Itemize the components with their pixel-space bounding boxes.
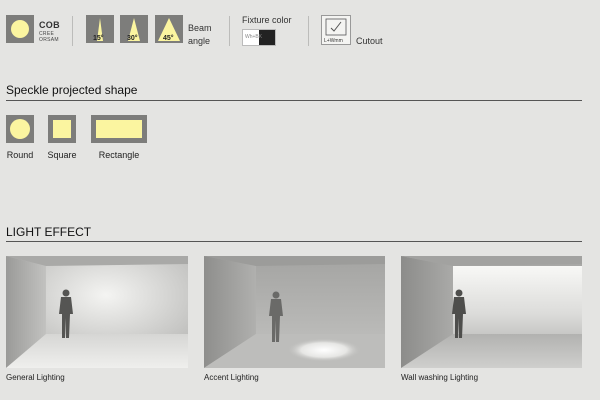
wall-washing-lighting-caption: Wall washing Lighting — [401, 373, 479, 382]
cob-brands: CREE ORSAM — [39, 31, 59, 43]
beam-angle-text: Beam angle — [188, 22, 228, 48]
beam-label-line1: Beam — [188, 23, 212, 33]
beam-45-label: 45° — [163, 35, 174, 42]
beam-30-icon: 30° — [120, 15, 148, 43]
cob-light-dot — [11, 20, 29, 38]
speckle-divider — [6, 100, 582, 101]
cutout-icon: L+Wmm — [321, 15, 351, 45]
beam-label-line2: angle — [188, 36, 211, 46]
square-shape-icon — [48, 115, 76, 143]
spec-divider — [229, 16, 230, 46]
general-lighting-image — [6, 256, 188, 368]
rectangle-shape-label: Rectangle — [98, 150, 140, 160]
fixture-color-label: Fixture color — [242, 15, 292, 25]
beam-15-icon: 15° — [86, 15, 114, 43]
accent-lighting-caption: Accent Lighting — [204, 373, 259, 382]
cutout-size-text: L+Wmm — [324, 38, 343, 44]
cob-title: COB — [39, 20, 60, 30]
speckle-section-title: Speckle projected shape — [6, 83, 138, 97]
light-effect-divider — [6, 241, 582, 242]
round-shape-icon — [6, 115, 34, 143]
cob-icon — [6, 15, 34, 43]
rectangle-shape-icon — [91, 115, 147, 143]
fixture-color-swatch: Wh+BK — [242, 29, 276, 46]
general-lighting-caption: General Lighting — [6, 373, 65, 382]
accent-lighting-image — [204, 256, 385, 368]
light-effect-section-title: LIGHT EFFECT — [6, 225, 92, 239]
cutout-label: Cutout — [356, 36, 383, 46]
beam-30-label: 30° — [127, 35, 138, 42]
cob-brand-orsam: ORSAM — [39, 37, 59, 43]
beam-15-label: 15° — [93, 35, 104, 42]
spec-divider — [308, 16, 309, 46]
spec-divider — [72, 16, 73, 46]
swatch-text: Wh+BK — [245, 34, 263, 40]
round-shape-label: Round — [6, 150, 34, 160]
beam-45-icon: 45° — [155, 15, 183, 43]
wall-washing-lighting-image — [401, 256, 582, 368]
square-shape-label: Square — [47, 150, 77, 160]
